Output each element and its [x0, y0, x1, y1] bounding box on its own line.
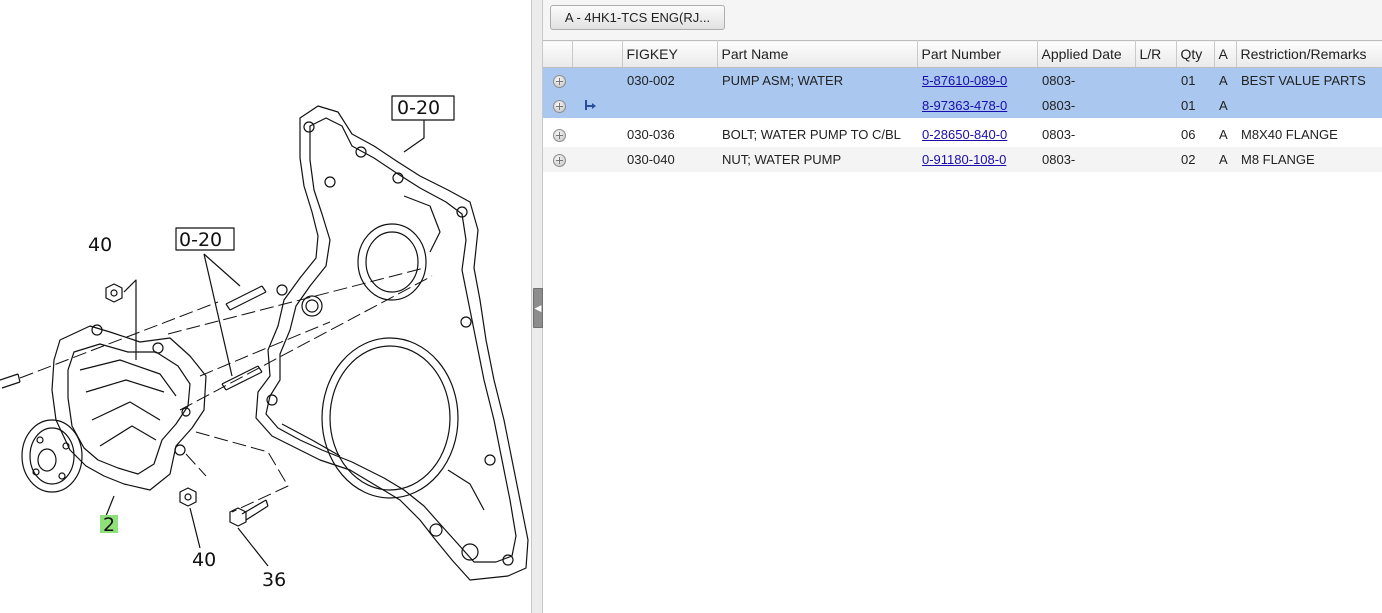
collapse-handle[interactable]: ◀: [533, 288, 543, 328]
qty-cell: 01: [1176, 93, 1214, 118]
pane-splitter[interactable]: ◀: [531, 0, 543, 613]
col-a[interactable]: A: [1214, 40, 1237, 68]
gear-case-cover[interactable]: [255, 105, 529, 581]
part-name-cell: PUMP ASM; WATER: [717, 67, 917, 93]
part-number-link[interactable]: 8-97363-478-0: [922, 98, 1007, 113]
expand-icon[interactable]: [553, 100, 566, 114]
col-lr[interactable]: L/R: [1135, 40, 1177, 68]
figkey-cell: 030-040: [622, 147, 717, 172]
part-number-link[interactable]: 0-91180-108-0: [922, 152, 1006, 167]
qty-cell: 01: [1176, 67, 1214, 93]
callout-36[interactable]: 36: [262, 569, 286, 591]
nut-bottom[interactable]: [179, 487, 197, 507]
stud-upper[interactable]: [225, 285, 267, 311]
toolbar: A - 4HK1-TCS ENG(RJ...: [543, 0, 1382, 40]
col-part-name[interactable]: Part Name: [717, 40, 918, 68]
lr-cell: [1135, 93, 1176, 118]
callout-2[interactable]: 2: [103, 514, 115, 536]
chevron-left-icon: ◀: [534, 302, 542, 313]
lr-cell: [1135, 67, 1176, 93]
callout-40-bottom[interactable]: 40: [192, 549, 216, 571]
col-sub[interactable]: [572, 40, 623, 68]
col-expand[interactable]: [543, 40, 573, 68]
callout-ref-top[interactable]: 0-20: [397, 97, 440, 119]
substitute-arrow-icon: [585, 100, 596, 111]
expand-icon[interactable]: [553, 129, 566, 143]
callout-40-top[interactable]: 40: [88, 234, 112, 256]
applied-date-cell: 0803-: [1042, 127, 1076, 142]
water-pump[interactable]: [21, 324, 207, 493]
part-number-link[interactable]: 0-28650-840-0: [922, 127, 1007, 142]
a-cell: A: [1214, 93, 1236, 118]
engine-select-button[interactable]: A - 4HK1-TCS ENG(RJ...: [550, 5, 725, 30]
remarks-cell: M8X40 FLANGE: [1241, 127, 1338, 142]
figkey-cell: 030-002: [622, 67, 717, 93]
table-row[interactable]: 8-97363-478-0 0803- 01 A: [543, 93, 1382, 118]
parts-list-pane: A - 4HK1-TCS ENG(RJ... FIGKEY Part Name …: [543, 0, 1382, 613]
remarks-cell: BEST VALUE PARTS: [1236, 67, 1382, 93]
figkey-cell: [622, 93, 717, 118]
part-name-cell: [717, 93, 917, 118]
lr-cell: [1135, 147, 1176, 172]
parts-table: FIGKEY Part Name Part Number Applied Dat…: [543, 40, 1382, 172]
table-row[interactable]: 030-036 BOLT; WATER PUMP TO C/BL 0-28650…: [543, 122, 1382, 147]
table-row[interactable]: 030-040 NUT; WATER PUMP 0-91180-108-0 08…: [543, 147, 1382, 172]
lr-cell: [1135, 122, 1176, 147]
diagram-canvas: 0-20 0-20 40 2 40 36: [0, 95, 529, 591]
bolt-left[interactable]: [0, 373, 21, 389]
qty-cell: 06: [1181, 127, 1196, 142]
figkey-cell: 030-036: [627, 127, 675, 142]
col-remarks[interactable]: Restriction/Remarks: [1236, 40, 1382, 68]
applied-date-cell: 0803-: [1037, 93, 1135, 118]
col-applied-date[interactable]: Applied Date: [1037, 40, 1136, 68]
applied-date-cell: 0803-: [1037, 147, 1135, 172]
part-name-cell: NUT; WATER PUMP: [717, 147, 917, 172]
col-figkey[interactable]: FIGKEY: [622, 40, 718, 68]
col-part-number[interactable]: Part Number: [917, 40, 1038, 68]
part-number-link[interactable]: 5-87610-089-0: [922, 73, 1007, 88]
a-cell: A: [1219, 127, 1228, 142]
part-name-cell: BOLT; WATER PUMP TO C/BL: [722, 127, 901, 142]
nut-top[interactable]: [105, 283, 123, 303]
remarks-cell: [1236, 93, 1382, 118]
parts-diagram[interactable]: 0-20 0-20 40 2 40 36: [0, 0, 531, 613]
callout-ref-mid[interactable]: 0-20: [179, 229, 222, 251]
qty-cell: 02: [1176, 147, 1214, 172]
col-qty[interactable]: Qty: [1176, 40, 1215, 68]
table-header: FIGKEY Part Name Part Number Applied Dat…: [543, 40, 1382, 68]
expand-icon[interactable]: [553, 154, 566, 168]
applied-date-cell: 0803-: [1037, 67, 1135, 93]
expand-icon[interactable]: [553, 75, 566, 89]
a-cell: A: [1214, 67, 1236, 93]
remarks-cell: M8 FLANGE: [1236, 147, 1382, 172]
table-row[interactable]: 030-002 PUMP ASM; WATER 5-87610-089-0 08…: [543, 67, 1382, 93]
a-cell: A: [1214, 147, 1236, 172]
